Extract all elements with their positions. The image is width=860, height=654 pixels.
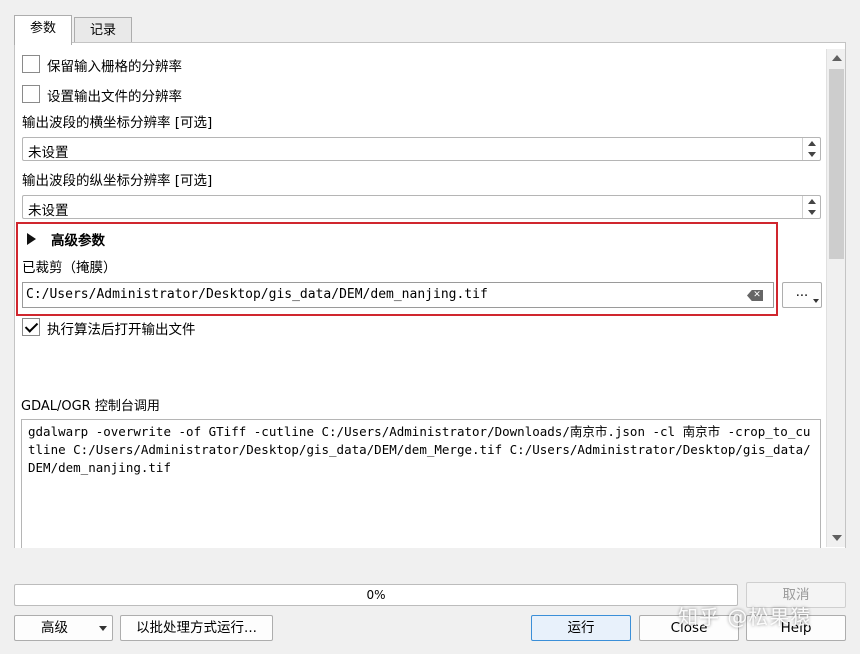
panel-scrollbar[interactable]: [826, 49, 845, 547]
run-button[interactable]: 运行: [531, 615, 631, 641]
scroll-up-icon[interactable]: [832, 55, 842, 61]
scroll-down-icon[interactable]: [832, 535, 842, 541]
x-resolution-spinbox[interactable]: 未设置: [22, 137, 821, 161]
progress-text: 0%: [366, 588, 386, 602]
y-resolution-spinbox[interactable]: 未设置: [22, 195, 821, 219]
y-resolution-label: 输出波段的纵坐标分辨率 [可选]: [22, 173, 213, 189]
browse-button-label: ...: [795, 285, 809, 300]
batch-process-button-label: 以批处理方式运行...: [136, 620, 257, 636]
tab-parameters[interactable]: 参数: [14, 15, 72, 45]
clear-icon[interactable]: ✕: [747, 290, 763, 301]
y-resolution-stepper[interactable]: [802, 196, 820, 218]
open-output-label: 执行算法后打开输出文件: [47, 322, 196, 338]
tab-log-label: 记录: [89, 23, 116, 38]
x-resolution-value: 未设置: [28, 145, 69, 161]
console-call-label: GDAL/OGR 控制台调用: [21, 399, 160, 414]
batch-process-button[interactable]: 以批处理方式运行...: [120, 615, 273, 641]
x-resolution-label: 输出波段的横坐标分辨率 [可选]: [22, 115, 213, 131]
x-resolution-stepper[interactable]: [802, 138, 820, 160]
step-up-icon[interactable]: [808, 199, 816, 204]
set-resolution-label: 设置输出文件的分辨率: [47, 89, 182, 105]
run-button-label: 运行: [567, 620, 595, 636]
parameters-panel: 保留输入栅格的分辨率 设置输出文件的分辨率 输出波段的横坐标分辨率 [可选] 未…: [14, 42, 846, 548]
open-output-checkbox[interactable]: [22, 318, 40, 336]
advanced-dropdown-button[interactable]: 高级: [14, 615, 113, 641]
step-down-icon[interactable]: [808, 152, 816, 157]
tab-log[interactable]: 记录: [74, 17, 132, 43]
watermark: 知乎 @松果猿: [678, 605, 812, 629]
advanced-parameters-header[interactable]: 高级参数: [51, 229, 105, 249]
scrollbar-thumb[interactable]: [829, 69, 844, 259]
y-resolution-value: 未设置: [28, 203, 69, 219]
chevron-down-icon: [99, 626, 107, 631]
gdal-console-textarea[interactable]: gdalwarp -overwrite -of GTiff -cutline C…: [21, 419, 821, 548]
expand-triangle-icon[interactable]: [27, 233, 36, 245]
chevron-down-icon: [813, 299, 819, 303]
tab-parameters-label: 参数: [29, 21, 56, 36]
clipped-mask-label: 已裁剪（掩膜）: [22, 260, 117, 276]
keep-resolution-label: 保留输入栅格的分辨率: [47, 59, 182, 75]
step-down-icon[interactable]: [808, 210, 816, 215]
clipped-output-path-value: C:/Users/Administrator/Desktop/gis_data/…: [26, 287, 488, 302]
progress-bar: 0%: [14, 584, 738, 606]
advanced-button-label: 高级: [41, 620, 68, 636]
set-resolution-checkbox[interactable]: [22, 85, 40, 103]
step-up-icon[interactable]: [808, 141, 816, 146]
clipped-output-path-input[interactable]: C:/Users/Administrator/Desktop/gis_data/…: [22, 282, 774, 308]
browse-button[interactable]: ...: [782, 282, 822, 308]
keep-resolution-checkbox[interactable]: [22, 55, 40, 73]
